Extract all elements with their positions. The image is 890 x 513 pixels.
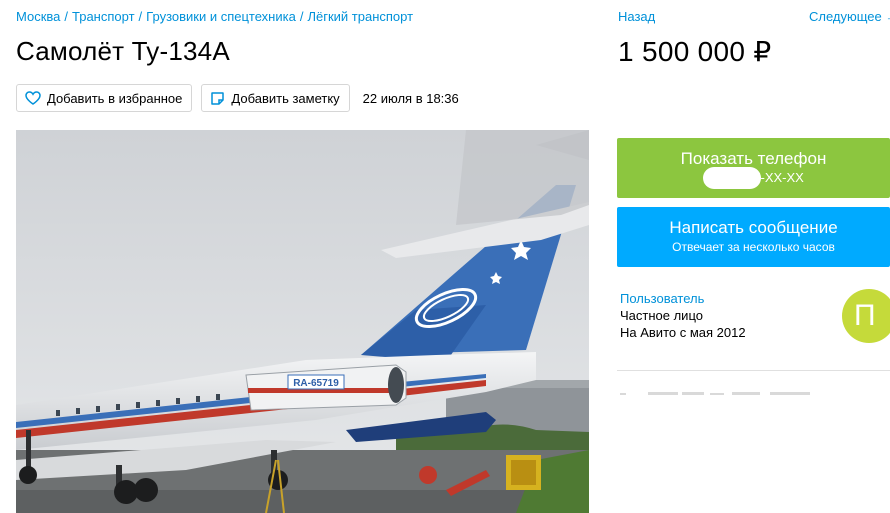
listing-actions: Добавить в избранное Добавить заметку 22… <box>16 84 459 112</box>
show-phone-label: Показать телефон <box>680 149 827 168</box>
price: 1 500 000 ₽ <box>618 36 772 67</box>
listing-date: 22 июля в 18:36 <box>362 90 459 106</box>
back-link[interactable]: Назад <box>618 9 655 24</box>
breadcrumb-item-transport[interactable]: Транспорт <box>72 9 135 24</box>
add-note-button[interactable]: Добавить заметку <box>201 84 350 112</box>
faded-text-placeholder <box>620 392 810 395</box>
masked-phone-number: XX-XX-XX <box>703 167 804 189</box>
breadcrumb-item-light-transport[interactable]: Лёгкий транспорт <box>307 9 413 24</box>
breadcrumb-separator: / <box>299 9 304 24</box>
response-time-label: Отвечает за несколько часов <box>672 240 835 254</box>
add-note-label: Добавить заметку <box>231 90 340 106</box>
breadcrumb-item-trucks[interactable]: Грузовики и спецтехника <box>146 9 296 24</box>
add-to-favorites-button[interactable]: Добавить в избранное <box>16 84 193 112</box>
heart-icon <box>25 91 41 105</box>
seller-info: Пользователь Частное лицо На Авито с мая… <box>620 290 746 341</box>
breadcrumb-separator: / <box>138 9 143 24</box>
seller-type: Частное лицо <box>620 308 703 323</box>
breadcrumb-item-moscow[interactable]: Москва <box>16 9 60 24</box>
phone-redaction <box>703 167 762 189</box>
write-message-label: Написать сообщение <box>669 218 838 237</box>
breadcrumb-separator: / <box>64 9 69 24</box>
note-icon <box>210 91 225 106</box>
write-message-button[interactable]: Написать сообщение Отвечает за несколько… <box>617 207 890 267</box>
next-listing-link[interactable]: Следующее → <box>809 9 890 24</box>
avatar-letter: П <box>854 299 876 332</box>
avatar[interactable]: П <box>842 289 890 343</box>
page-title: Самолёт Ту-134А <box>16 36 230 66</box>
seller-since: На Авито с мая 2012 <box>620 325 746 340</box>
show-phone-button[interactable]: Показать телефон XX-XX-XX <box>617 138 890 198</box>
add-to-favorites-label: Добавить в избранное <box>47 90 183 106</box>
registration-marking: RA-65719 <box>293 378 339 389</box>
breadcrumb: Москва / Транспорт / Грузовики и спецтехника… <box>16 9 413 24</box>
seller-name-link[interactable]: Пользователь <box>620 290 746 307</box>
divider <box>617 370 890 371</box>
listing-photo[interactable]: RA-65719 <box>16 130 589 513</box>
